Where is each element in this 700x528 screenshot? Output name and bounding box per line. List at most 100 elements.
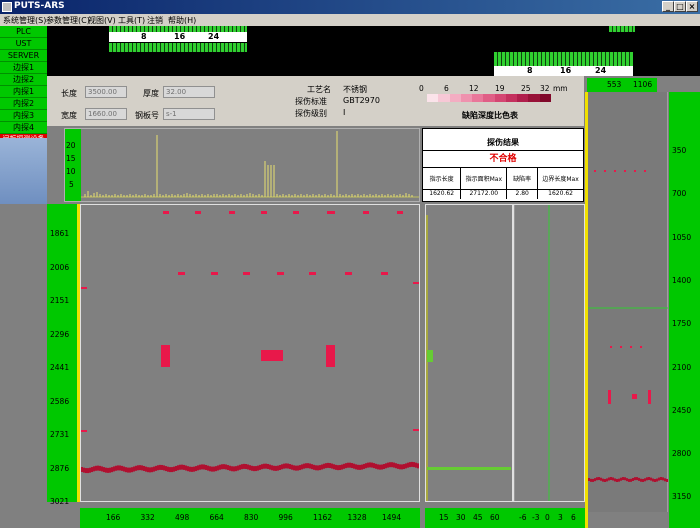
defect-band-segment	[275, 465, 277, 471]
defect-band-segment	[407, 462, 409, 468]
defect-mark	[381, 272, 388, 275]
main-x-tick: 332	[140, 513, 155, 522]
side-profile-canvas-2	[513, 205, 550, 501]
side1-band	[427, 467, 511, 470]
defect-band-segment	[359, 464, 361, 470]
maximize-button[interactable]: □	[674, 1, 686, 12]
defect-band-segment	[229, 465, 231, 471]
right-defect-band-segment	[598, 477, 600, 481]
edge-mark	[81, 287, 87, 289]
main-x-tick: 996	[278, 513, 293, 522]
defect-band-segment	[363, 463, 365, 469]
defect-band-segment	[339, 465, 341, 471]
depth-swatch	[539, 94, 551, 102]
main-x-tick: 1162	[313, 513, 333, 522]
right-defect-band-segment	[660, 477, 662, 481]
menu-params[interactable]: 参数管理(C)	[46, 15, 90, 26]
defect-band-segment	[259, 464, 261, 470]
defect-mark	[211, 272, 218, 275]
main-y-tick: 2296	[50, 329, 70, 339]
right-y-tick: 1050	[672, 232, 692, 242]
defect-band-segment	[269, 464, 271, 470]
right-defect-band-segment	[624, 477, 626, 481]
result-title: 探伤结果	[423, 129, 583, 151]
status-ust: UST	[0, 38, 47, 50]
thickness-field[interactable]: 32.00	[163, 86, 215, 98]
menu-tools[interactable]: 工具(T)	[118, 15, 145, 26]
defect-band-segment	[163, 465, 165, 471]
standard-label: 探伤标准	[295, 97, 327, 106]
menu-system[interactable]: 系统管理(S)	[3, 15, 46, 26]
defect-band-segment	[105, 467, 107, 473]
defect-band-segment	[153, 466, 155, 472]
menu-logout[interactable]: 注销	[147, 15, 163, 26]
menu-help[interactable]: 帮助(H)	[168, 15, 196, 26]
depth-swatch	[438, 94, 450, 102]
length-field[interactable]: 3500.00	[85, 86, 127, 98]
right-defect-band-segment	[650, 477, 652, 481]
depth-swatch	[460, 94, 473, 102]
defect-band-segment	[393, 462, 395, 468]
width-field[interactable]: 1660.00	[85, 108, 127, 120]
defect-band-segment	[147, 467, 149, 473]
defect-band-segment	[169, 467, 171, 473]
right-defect-band-segment	[602, 478, 604, 482]
defect-band-segment	[197, 465, 199, 471]
main-x-tick: 498	[175, 513, 190, 522]
defect-band-segment	[251, 465, 253, 471]
side-profile-plot-2	[513, 204, 585, 502]
defect-band-segment	[207, 465, 209, 471]
plate-number-field[interactable]: s-1	[163, 108, 215, 120]
defect-band-segment	[395, 463, 397, 469]
defect-band-segment	[167, 466, 169, 472]
right-y-tick: 2800	[672, 449, 692, 459]
edge-mark	[413, 429, 419, 431]
defect-band-segment	[177, 465, 179, 471]
defect-band-segment	[293, 465, 295, 471]
right-header: 553 1106	[587, 78, 657, 92]
defect-band-segment	[241, 464, 243, 470]
defect-band-segment	[337, 465, 339, 471]
defect-band-segment	[415, 462, 417, 468]
close-button[interactable]: ×	[686, 1, 698, 12]
right-defect-band-segment	[618, 478, 620, 482]
right-defect-blob	[632, 394, 637, 399]
defect-band-segment	[243, 463, 245, 469]
defect-band-segment	[311, 464, 313, 470]
minimize-button[interactable]: _	[662, 1, 674, 12]
defect-band-segment	[281, 464, 283, 470]
side2-x-tick: -6	[519, 513, 527, 522]
probe-ruler-2: 8 16 24	[494, 66, 633, 76]
title-bar: PUTS-ARS _ □ ×	[0, 0, 700, 14]
right-defect-band-segment	[622, 477, 624, 481]
edge-mark	[413, 282, 419, 284]
right-defect-dot	[624, 170, 626, 172]
status-panel: PLC UST SERVER 边探1 边探2 内探1 内探2 内探3 内探4 闸…	[0, 26, 47, 144]
defect-band-segment	[159, 464, 161, 470]
parameter-panel: 长度 3500.00 厚度 32.00 宽度 1660.00 钢板号 s-1 工…	[47, 76, 584, 126]
main-y-axis: 1861 2006 2151 2296 2441 2586 2731 2876 3021	[47, 204, 77, 506]
defect-band-segment	[353, 463, 355, 469]
result-table: 探伤结果 不合格 指示长度 指示面积Max 缺陷率 边界长度Max 1620.6…	[422, 128, 584, 202]
menu-view[interactable]: 视图(V)	[88, 15, 116, 26]
defect-band-segment	[389, 462, 391, 468]
defect-band-segment	[193, 466, 195, 472]
right-defect-dot	[620, 346, 622, 348]
defect-blob	[261, 350, 283, 361]
defect-band-segment	[385, 463, 387, 469]
defect-band-segment	[331, 463, 333, 469]
status-edge-probe-1: 边探1	[0, 62, 47, 74]
defect-mark	[345, 272, 352, 275]
defect-band-segment	[403, 464, 405, 470]
defect-band-segment	[113, 466, 115, 472]
probe-bar-2b	[494, 52, 633, 66]
status-inner-probe-2: 内探2	[0, 98, 47, 110]
defect-band-segment	[111, 467, 113, 473]
probe-bar-2a	[609, 26, 635, 32]
defect-band-segment	[329, 463, 331, 469]
defect-band-segment	[413, 462, 415, 468]
defect-band-segment	[209, 466, 211, 472]
defect-band-segment	[133, 466, 135, 472]
defect-band-segment	[211, 466, 213, 472]
defect-band-segment	[141, 465, 143, 471]
